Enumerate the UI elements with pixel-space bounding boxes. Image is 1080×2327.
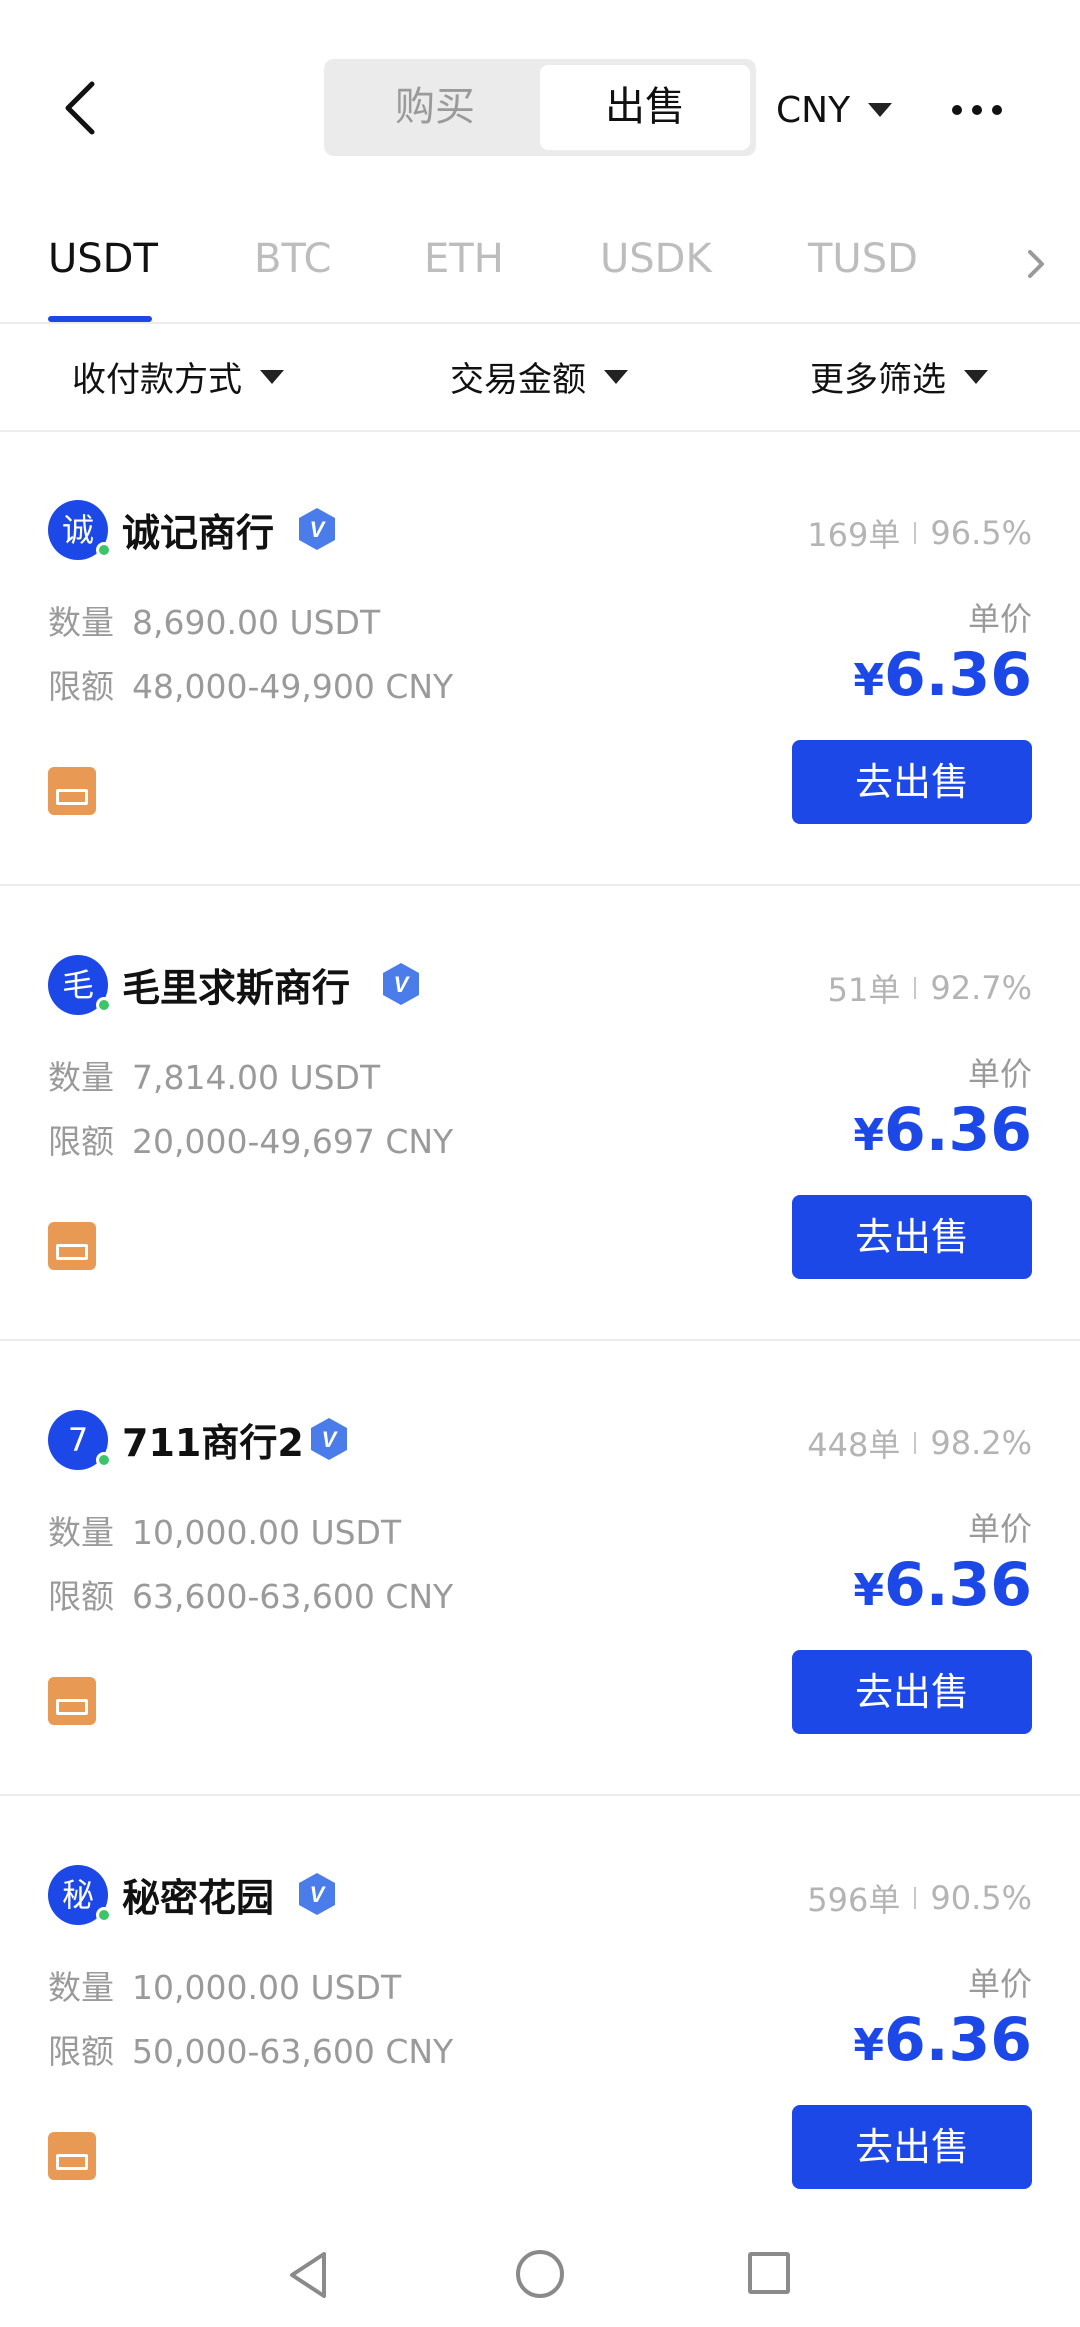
online-status-dot: [96, 542, 112, 558]
quantity-value: 8,690.00 USDT: [132, 603, 381, 642]
svg-text:V: V: [394, 972, 411, 997]
filter-more[interactable]: 更多筛选: [810, 352, 988, 401]
price-value: ¥6.36: [853, 640, 1032, 710]
buy-sell-toggle: 购买 出售: [324, 59, 756, 156]
price-label: 单价: [967, 1510, 1032, 1548]
coin-tab-eth[interactable]: ETH: [424, 236, 504, 282]
avatar: 秘: [48, 1865, 112, 1925]
tab-sell[interactable]: 出售: [540, 65, 750, 150]
quantity-row: 数量 10,000.00 USDT: [48, 1968, 402, 2007]
bank-card-icon: [48, 2132, 96, 2180]
quantity-row: 数量 8,690.00 USDT: [48, 603, 381, 642]
listing-card[interactable]: 毛 毛里求斯商行 V 51单 92.7% 数量 7,814.00 USDT 限额 2…: [0, 887, 1080, 1341]
completion-rate: 90.5%: [930, 1879, 1032, 1917]
filter-label: 交易金额: [450, 360, 586, 400]
merchant-name[interactable]: 诚记商行: [122, 502, 274, 557]
completion-rate: 96.5%: [930, 514, 1032, 552]
listing-card[interactable]: 秘 秘密花园 V 596单 90.5% 数量 10,000.00 USDT 限额 5…: [0, 1797, 1080, 2251]
price-value: ¥6.36: [853, 1550, 1032, 1620]
quantity-value: 10,000.00 USDT: [132, 1513, 402, 1552]
coin-tab-btc[interactable]: BTC: [254, 236, 331, 282]
coin-tab-tusd[interactable]: TUSD: [808, 236, 918, 282]
quantity-value: 7,814.00 USDT: [132, 1058, 381, 1097]
sell-button[interactable]: 去出售: [792, 2105, 1032, 2189]
price-value: ¥6.36: [853, 1095, 1032, 1165]
dropdown-triangle-icon: [604, 369, 628, 384]
filter-label: 收付款方式: [72, 360, 242, 400]
filter-trade-amount[interactable]: 交易金额: [450, 352, 628, 401]
svg-text:V: V: [310, 517, 327, 542]
tab-buy[interactable]: 购买: [330, 65, 540, 150]
nav-recent-apps-icon[interactable]: [748, 2252, 790, 2294]
quantity-row: 数量 10,000.00 USDT: [48, 1513, 402, 1552]
online-status-dot: [96, 997, 112, 1013]
verified-badge-icon: V: [299, 508, 335, 550]
back-chevron-icon[interactable]: [58, 78, 106, 138]
coin-tab-usdt[interactable]: USDT: [48, 236, 158, 282]
limit-row: 限额 48,000-49,900 CNY: [48, 667, 454, 706]
dropdown-triangle-icon: [868, 103, 893, 117]
sell-button[interactable]: 去出售: [792, 1650, 1032, 1734]
nav-home-icon[interactable]: [516, 2250, 564, 2298]
filter-bar: 收付款方式 交易金额 更多筛选: [0, 326, 1080, 432]
dropdown-triangle-icon: [964, 369, 988, 384]
order-count: 51单: [827, 971, 901, 1009]
avatar: 诚: [48, 500, 112, 560]
verified-badge-icon: V: [299, 1873, 335, 1915]
limit-value: 20,000-49,697 CNY: [132, 1122, 454, 1161]
merchant-name[interactable]: 秘密花园: [122, 1867, 274, 1922]
dropdown-triangle-icon: [260, 369, 284, 384]
system-nav-bar: [0, 2224, 1080, 2327]
completion-rate: 98.2%: [930, 1424, 1032, 1462]
merchant-stats: 51单 92.7%: [828, 965, 1032, 1011]
filter-payment-method[interactable]: 收付款方式: [72, 352, 284, 401]
verified-badge-icon: V: [383, 963, 419, 1005]
active-tab-underline: [48, 316, 152, 322]
nav-back-icon[interactable]: [286, 2250, 330, 2300]
order-count: 169单: [807, 516, 901, 554]
verified-badge-icon: V: [311, 1418, 347, 1460]
sell-button[interactable]: 去出售: [792, 740, 1032, 824]
online-status-dot: [96, 1907, 112, 1923]
avatar: 7: [48, 1410, 112, 1470]
limit-value: 50,000-63,600 CNY: [132, 2032, 454, 2071]
merchant-stats: 169单 96.5%: [807, 510, 1032, 556]
listing-card[interactable]: 7 711商行2 V 448单 98.2% 数量 10,000.00 USDT 限…: [0, 1342, 1080, 1796]
merchant-stats: 596单 90.5%: [807, 1875, 1032, 1921]
sell-button[interactable]: 去出售: [792, 1195, 1032, 1279]
limit-row: 限额 20,000-49,697 CNY: [48, 1122, 454, 1161]
order-count: 596单: [807, 1881, 901, 1919]
svg-text:V: V: [310, 1882, 327, 1907]
merchant-name[interactable]: 711商行2: [122, 1412, 304, 1467]
merchant-stats: 448单 98.2%: [807, 1420, 1032, 1466]
bank-card-icon: [48, 1222, 96, 1270]
coin-tab-usdk[interactable]: USDK: [600, 236, 712, 282]
order-count: 448单: [807, 1426, 901, 1464]
limit-value: 63,600-63,600 CNY: [132, 1577, 454, 1616]
avatar: 毛: [48, 955, 112, 1015]
quantity-value: 10,000.00 USDT: [132, 1968, 402, 2007]
price-value: ¥6.36: [853, 2005, 1032, 2075]
bank-card-icon: [48, 1677, 96, 1725]
currency-label: CNY: [776, 89, 851, 131]
bank-card-icon: [48, 767, 96, 815]
top-bar: 购买 出售 CNY: [0, 0, 1080, 190]
listing-card[interactable]: 诚 诚记商行 V 169单 96.5% 数量 8,690.00 USDT 限额 48…: [0, 432, 1080, 886]
price-label: 单价: [967, 1965, 1032, 2003]
limit-row: 限额 63,600-63,600 CNY: [48, 1577, 454, 1616]
merchant-name[interactable]: 毛里求斯商行: [122, 957, 350, 1012]
price-label: 单价: [967, 600, 1032, 638]
price-label: 单价: [967, 1055, 1032, 1093]
quantity-row: 数量 7,814.00 USDT: [48, 1058, 381, 1097]
limit-row: 限额 50,000-63,600 CNY: [48, 2032, 454, 2071]
completion-rate: 92.7%: [930, 969, 1032, 1007]
currency-selector[interactable]: CNY: [776, 80, 893, 140]
online-status-dot: [96, 1452, 112, 1468]
more-dots-icon[interactable]: [952, 98, 1002, 122]
svg-text:V: V: [322, 1427, 339, 1452]
limit-value: 48,000-49,900 CNY: [132, 667, 454, 706]
chevron-right-icon[interactable]: [1020, 244, 1050, 284]
coin-tabs: USDT BTC ETH USDK TUSD: [0, 220, 1080, 324]
filter-label: 更多筛选: [810, 360, 946, 400]
